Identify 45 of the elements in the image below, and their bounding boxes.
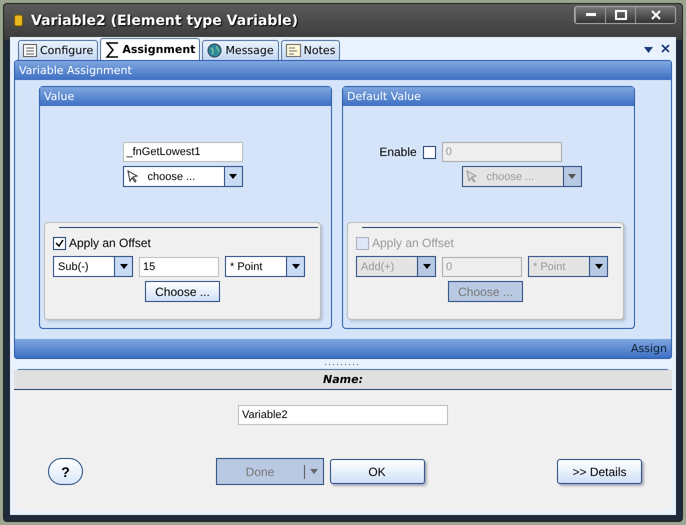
dropdown-arrow-icon[interactable]: [644, 47, 653, 53]
cylinder-icon: [14, 14, 23, 27]
dropdown-arrow-icon: [120, 264, 128, 269]
sigma-icon: [105, 42, 120, 58]
offset-label: Apply an Offset: [372, 236, 454, 250]
close-button[interactable]: [635, 6, 675, 22]
dropdown-arrow-icon: [292, 264, 300, 269]
unit-dropdown[interactable]: * Point: [225, 256, 305, 277]
dropdown-arrow-icon: [310, 469, 318, 474]
check-mark-icon: [55, 239, 64, 247]
details-button[interactable]: >> Details: [557, 459, 642, 484]
offset-checkbox[interactable]: [53, 236, 66, 250]
operator-dropdown[interactable]: Sub(-): [53, 256, 133, 277]
tab[interactable]: Message: [202, 40, 279, 60]
enable-label: Enable: [379, 145, 417, 159]
dropdown-arrow-icon: [568, 174, 576, 179]
minimize-icon: [586, 13, 596, 16]
name-field[interactable]: Variable2: [238, 405, 448, 425]
minimize-button[interactable]: [575, 6, 605, 22]
maximize-button[interactable]: [605, 6, 635, 22]
name-label: Name:: [323, 373, 363, 386]
help-button[interactable]: ?: [48, 458, 83, 485]
maximize-icon: [614, 10, 626, 20]
ok-button[interactable]: OK: [330, 459, 424, 484]
panel-title: Value: [44, 90, 74, 103]
offset-field[interactable]: 15: [139, 256, 219, 276]
globe-icon: [207, 43, 222, 58]
close-icon[interactable]: [661, 44, 670, 53]
tab[interactable]: Notes: [280, 40, 340, 60]
choose-button[interactable]: Choose ...: [145, 281, 220, 302]
close-icon: [650, 10, 660, 20]
note-icon: [286, 44, 301, 57]
tab[interactable]: Assignment: [100, 38, 200, 60]
value-field[interactable]: _fnGetLowest1: [122, 142, 242, 162]
window-title: Variable2 (Element type Variable): [31, 12, 300, 28]
offset-label: Apply an Offset: [69, 236, 151, 250]
assign-label: Assign: [631, 342, 667, 355]
dropdown-arrow-icon: [229, 174, 237, 179]
tab[interactable]: Configure: [18, 40, 98, 60]
list-icon: [23, 44, 37, 57]
dropdown-arrow-icon: [594, 264, 602, 269]
dropdown-arrow-icon: [422, 264, 430, 269]
panel-title: Default Value: [347, 90, 421, 103]
choose-dropdown[interactable]: choose ...: [122, 166, 242, 187]
section-title: Variable Assignment: [19, 64, 132, 77]
